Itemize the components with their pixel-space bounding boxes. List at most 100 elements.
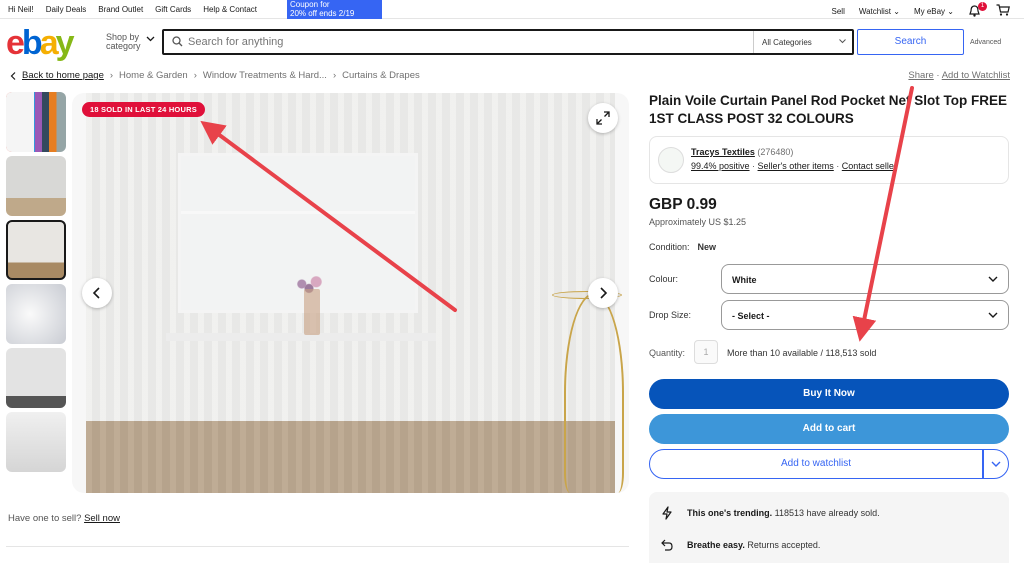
chevron-down-icon [988,312,998,318]
seller-feedback-count: (276480) [757,147,794,157]
colour-select-value: White [732,275,757,285]
condition: Condition: New [649,242,716,252]
greeting[interactable]: Hi Neil! [8,5,34,14]
thumbnail-list [6,92,66,476]
seller-links: 99.4% positive · Seller's other items · … [691,161,897,171]
window-sill [166,333,436,341]
coupon-banner[interactable]: Coupon for 20% off ends 2/19 [287,0,382,19]
advanced-search-link[interactable]: Advanced [970,39,1001,46]
lightning-icon [662,506,672,520]
condition-value: New [697,242,717,252]
sell-prompt-text: Have one to sell? [8,513,82,524]
info-panel: This one's trending. 118513 have already… [649,492,1009,563]
breadcrumb-home-garden[interactable]: Home & Garden [119,70,188,81]
trending-bold: This one's trending. [687,508,773,518]
nav-watchlist[interactable]: Watchlist ⌄ [859,7,900,16]
buy-it-now-button[interactable]: Buy It Now [649,379,1009,409]
notification-bell-icon[interactable]: 1 [968,2,987,17]
nav-brand-outlet[interactable]: Brand Outlet [98,5,143,14]
chevron-down-icon [146,36,155,42]
thumbnail-4[interactable] [6,284,66,344]
returns-row: Breathe easy. Returns accepted. [661,539,820,551]
breadcrumb-separator: › [193,70,197,81]
share-watch-row: Share · Add to Watchlist [908,70,1010,81]
category-select[interactable]: All Categories [753,31,852,53]
thumbnail-5[interactable] [6,348,66,408]
add-to-watchlist-link[interactable]: Add to Watchlist [942,70,1010,81]
category-select-value: All Categories [762,38,812,47]
condition-label: Condition: [649,242,690,252]
nav-daily-deals[interactable]: Daily Deals [46,5,86,14]
breadcrumb-separator: › [109,70,114,81]
expand-image-button[interactable] [588,103,618,133]
colour-label: Colour: [649,274,679,284]
divider [6,546,629,547]
seller-name-link[interactable]: Tracys Textiles [691,147,755,157]
trending-row: This one's trending. 118513 have already… [661,506,880,520]
chevron-down-icon [991,461,1001,467]
breadcrumb-separator: › [332,70,337,81]
add-to-watchlist-button[interactable]: Add to watchlist [649,449,983,479]
thumbnail-2[interactable] [6,156,66,216]
top-nav-bar: Hi Neil! Daily Deals Brand Outlet Gift C… [0,0,1024,19]
next-image-button[interactable] [588,278,618,308]
drop-size-label: Drop Size: [649,310,692,320]
shop-by-line2: category [106,41,141,51]
search-button[interactable]: Search [857,29,964,55]
seller-avatar[interactable] [658,147,684,173]
side-table-stand [564,293,624,493]
thumbnail-6[interactable] [6,412,66,472]
chevron-right-icon [600,287,608,299]
ebay-logo[interactable]: ebay [6,26,75,60]
search-input[interactable] [188,34,748,50]
sold-count-badge: 18 SOLD IN LAST 24 HOURS [82,102,205,117]
notification-count-badge: 1 [978,2,987,11]
seller-info: Tracys Textiles (276480) [691,147,793,157]
add-to-cart-button[interactable]: Add to cart [649,414,1009,444]
thumbnail-1[interactable] [6,92,66,152]
quantity-input[interactable]: 1 [694,340,718,364]
nav-my-ebay[interactable]: My eBay ⌄ [914,7,954,16]
seller-positive-link[interactable]: 99.4% positive [691,161,750,171]
sell-prompt: Have one to sell? Sell now [8,513,120,524]
chevron-left-icon [92,287,100,299]
search-bar: All Categories [162,29,854,55]
return-arrow-icon [661,539,673,551]
seller-card: Tracys Textiles (276480) 99.4% positive … [649,136,1009,184]
chevron-down-icon: ⌄ [893,6,900,16]
chevron-down-icon [988,276,998,282]
quantity-label: Quantity: [649,348,686,358]
approx-price: Approximately US $1.25 [649,217,747,227]
drop-size-select-value: - Select - [732,311,770,321]
search-icon [172,36,183,47]
curtain-photo [86,93,624,493]
nav-gift-cards[interactable]: Gift Cards [155,5,191,14]
breadcrumb: Back to home page › Home & Garden › Wind… [10,70,420,81]
product-title: Plain Voile Curtain Panel Rod Pocket Net… [649,93,1008,126]
breadcrumb-window-treatments[interactable]: Window Treatments & Hard... [203,70,327,81]
cart-icon[interactable] [996,4,1010,18]
nav-help-contact[interactable]: Help & Contact [203,5,257,14]
coupon-line2: 20% off ends 2/19 [290,8,355,18]
shop-by-category-button[interactable]: Shop by category [106,33,141,51]
main-product-image[interactable] [72,93,629,493]
share-link[interactable]: Share [908,70,933,81]
breadcrumb-curtains-drapes[interactable]: Curtains & Drapes [342,70,420,81]
previous-image-button[interactable] [82,278,112,308]
watchlist-dropdown-button[interactable] [983,449,1009,479]
chevron-down-icon: ⌄ [947,6,954,16]
seller-other-items-link[interactable]: Seller's other items [758,161,834,171]
chevron-left-icon[interactable] [10,71,16,80]
breathe-bold: Breathe easy. [687,540,745,550]
expand-icon [596,111,610,125]
nav-sell[interactable]: Sell [832,7,845,16]
colour-select[interactable]: White [721,264,1009,294]
back-to-home-link[interactable]: Back to home page [22,70,104,81]
contact-seller-link[interactable]: Contact seller [842,161,897,171]
vase [304,289,320,335]
drop-size-select[interactable]: - Select - [721,300,1009,330]
thumbnail-3-selected[interactable] [6,220,66,280]
chevron-down-icon [839,39,846,44]
breathe-text: Returns accepted. [747,540,821,550]
sell-now-link[interactable]: Sell now [84,513,120,524]
